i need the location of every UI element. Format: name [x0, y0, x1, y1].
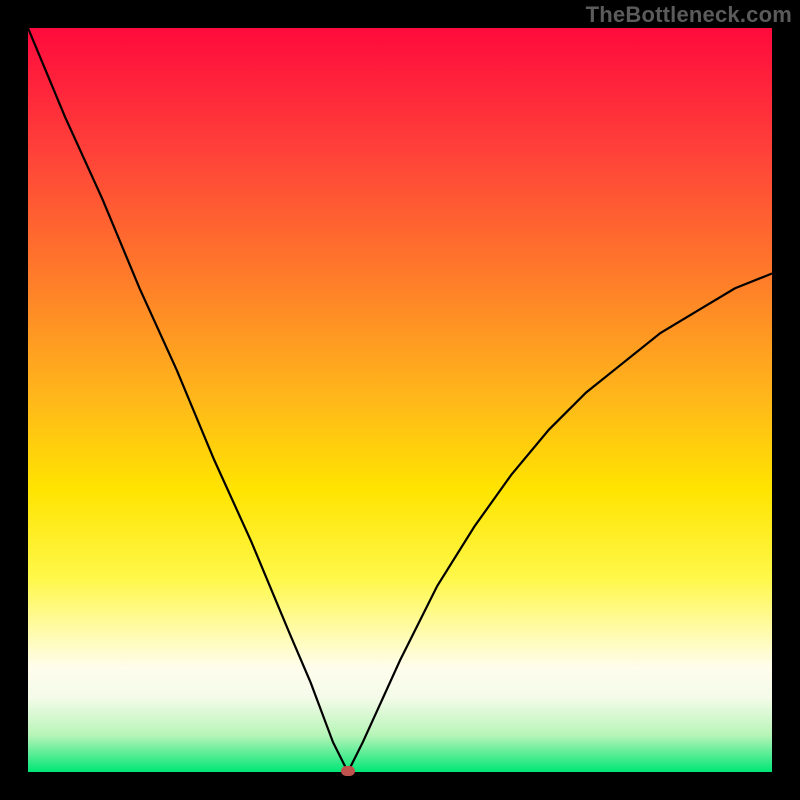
bottleneck-curve — [28, 28, 772, 772]
plot-area — [28, 28, 772, 772]
watermark-text: TheBottleneck.com — [586, 2, 792, 28]
optimum-marker — [341, 766, 355, 776]
chart-frame: TheBottleneck.com — [0, 0, 800, 800]
